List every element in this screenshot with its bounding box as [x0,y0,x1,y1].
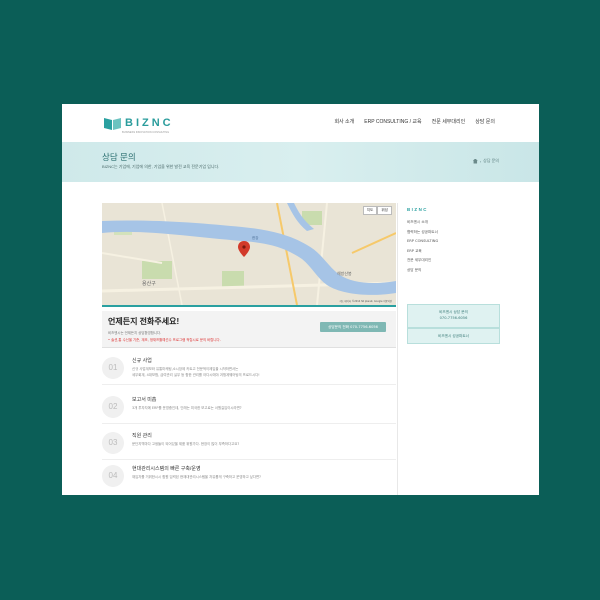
service-title: 신규 사업 [132,358,152,364]
service-item: 04 현대관리시스템의 빠른 구축/운영 재입자를 거위한시시 합원 입력된 현… [102,462,396,492]
sidebar-contact-phone: 070-7756-6056 [439,316,468,320]
sidebar-item-erp-consulting[interactable]: ERP CONSULTING [407,239,438,249]
sidebar-heading: BIZNC [407,207,428,212]
sidebar-divider [397,203,398,495]
main-nav: 회사 소개 ERP CONSULTING / 교육 전문 세무대리인 상담 문의 [334,118,495,125]
service-item: 03 직원 관리 문단지역마다 고생들이 되어있을 제품 위원가다. 현장이 많… [102,429,396,460]
sidebar-partner-box[interactable]: 비즈엔시 성공파트너 [407,328,500,344]
nav-item-erp[interactable]: ERP CONSULTING / 교육 [364,118,421,125]
map-type-controls: 지도 위성 [362,206,392,215]
page-description: BIZNC는 기업에, 기업에 의한, 기업을 위한 발전 교육 전문기업 입니… [102,164,220,169]
service-description: 문단지역마다 고생들이 되어있을 제품 위원가다. 현장이 많이 부족하다고요? [132,442,240,446]
call-box: 언제든지 전화주세요! 비즈엔시는 언제든지 상담환영합니다. • 솔션,통 수… [102,311,396,348]
home-icon[interactable] [472,158,478,164]
service-item: 02 보고서 미흡 3개 투자자에 ERP를 운영중인데, 인래는 미국한 보고… [102,393,396,424]
nav-item-tax[interactable]: 전문 세무대리인 [432,118,466,125]
top-header: BIZNC BUSINESS INNOVATION CONSULTING 회사 … [62,104,539,142]
book-logo-icon [104,117,121,130]
map-label-west: 용산구 [142,280,156,287]
nav-item-contact[interactable]: 상담 문의 [475,118,495,125]
call-title: 언제든지 전화주세요! [108,317,180,326]
sidebar-item-erp-education[interactable]: ERP 교육 [407,249,438,259]
logo-text: BIZNC [125,117,174,129]
logo[interactable]: BIZNC [104,115,174,131]
breadcrumb-separator: › [479,158,482,164]
sidebar-contact-label: 비즈엔시 상담 문의 [439,310,468,314]
page: BIZNC BUSINESS INNOVATION CONSULTING 회사 … [62,104,539,495]
breadcrumb-current: 상담 문의 [483,158,499,163]
map-label-river: 한강 [252,235,259,240]
map-label-east: 해방산봉 [337,270,352,276]
service-title: 현대관리시스템의 빠른 구축/운영 [132,466,201,472]
location-map[interactable]: 용산구 해방산봉 한강 지도 위성 지도 데이터 ©2014 SK planet… [102,203,396,307]
sidebar-item-contact[interactable]: 상담 문의 [407,268,438,278]
service-title: 직원 관리 [132,433,152,439]
service-title: 보고서 미흡 [132,397,157,403]
service-number: 01 [102,357,124,379]
service-item: 01 신규 사업 신규 사업계보와 유통마케팅,소시장제 카트고 전문적이제입을… [102,354,396,385]
service-description: 3개 투자자에 ERP를 운영중인데, 인래는 미국한 보고로는 서원길입이시라… [132,406,242,410]
call-description: 비즈엔시는 언제든지 상담환영합니다. [108,331,162,335]
page-title: 상담 문의 [102,152,136,162]
call-button[interactable]: 상담문의 전화 070-7756-6056 [320,322,386,332]
service-number: 03 [102,432,124,454]
page-banner: 상담 문의 BIZNC는 기업에, 기업에 의한, 기업을 위한 발전 교육 전… [62,142,539,182]
service-description: 재입자를 거위한시시 합원 입력된 현재대관리시스템을 자유롭게 구축하고 운영… [132,475,261,479]
service-description: 신규 사업계보와 유통마케팅,소시장제 카트고 전문적이제입을 시작하면서는 세무… [132,367,260,377]
logo-subtitle: BUSINESS INNOVATION CONSULTING [122,131,170,134]
sidebar-item-about[interactable]: 비즈엔시 소개 [407,220,438,230]
sidebar-contact-box[interactable]: 비즈엔시 상담 문의 070-7756-6056 [407,304,500,328]
sidebar-item-partners[interactable]: 협력하는 성공파트너 [407,230,438,240]
map-graphic: 용산구 해방산봉 한강 [102,203,396,305]
map-credit: 지도 데이터 ©2014 SK planet, Google 이용약관 [339,300,392,303]
service-number: 04 [102,465,124,487]
call-notice: • 솔션,통 수신을 기준, 계조, 정재프틀예선수 프로그램 적립시로 문의 … [108,338,221,342]
sidebar-menu: 비즈엔시 소개 협력하는 성공파트너 ERP CONSULTING ERP 교육… [407,220,438,277]
sidebar-item-tax[interactable]: 전문 세무대리인 [407,258,438,268]
breadcrumb: › 상담 문의 [472,158,499,164]
map-button[interactable]: 지도 [362,206,378,215]
nav-item-company[interactable]: 회사 소개 [334,118,354,125]
satellite-button[interactable]: 위성 [377,206,392,215]
service-number: 02 [102,396,124,418]
